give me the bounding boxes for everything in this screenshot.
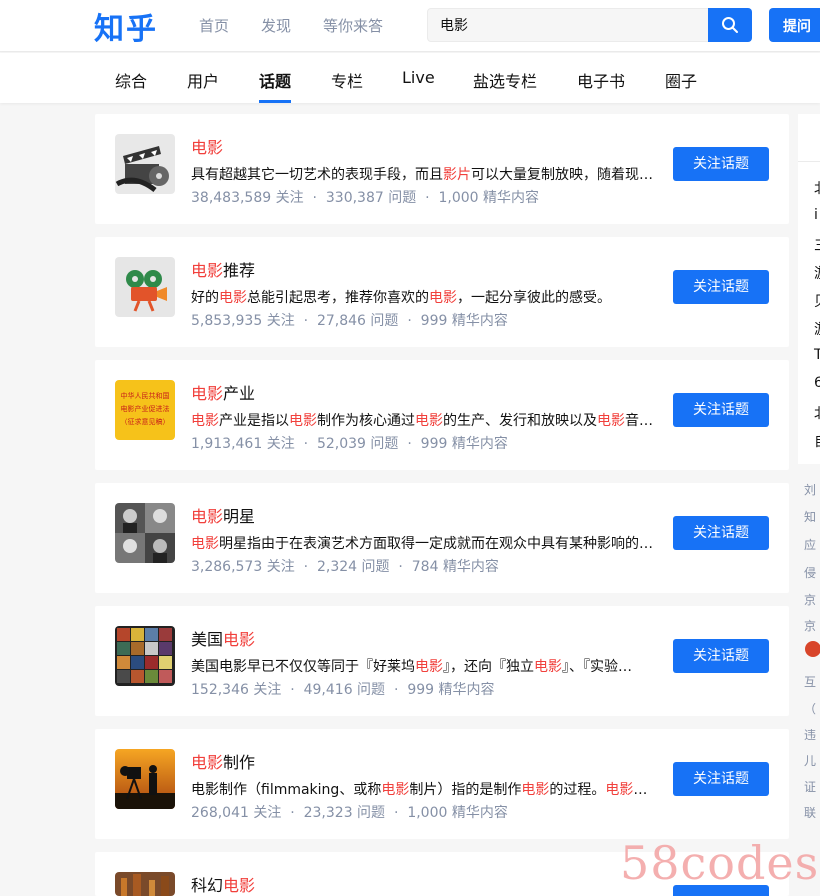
topic-thumbnail[interactable]: 中华人民共和国 电影产业促进法 （征求意见稿） bbox=[115, 380, 175, 440]
ask-question-button[interactable]: 提问 bbox=[769, 8, 820, 42]
follow-topic-button[interactable]: 关注话题 bbox=[673, 639, 769, 673]
watermark: 58codes bbox=[620, 836, 820, 890]
topic-card[interactable]: 中华人民共和国 电影产业促进法 （征求意见稿） 电影产业 电影产业是指以电影制作… bbox=[95, 360, 789, 470]
search-icon bbox=[722, 17, 738, 33]
topic-title[interactable]: 电影明星 bbox=[191, 503, 255, 527]
topic-card[interactable]: 电影推荐 好的电影总能引起思考，推荐你喜欢的电影，一起分享彼此的感受。 5,85… bbox=[95, 237, 789, 347]
topic-title[interactable]: 电影推荐 bbox=[191, 257, 255, 281]
main-nav: 首页 发现 等你来答 bbox=[199, 15, 415, 36]
topic-card[interactable]: 电影明星 电影明星指由于在表演艺术方面取得一定成就而在观众中具有某种影响的… 3… bbox=[95, 483, 789, 593]
topic-title[interactable]: 美国电影 bbox=[191, 626, 255, 650]
follow-topic-button[interactable]: 关注话题 bbox=[673, 393, 769, 427]
topic-thumbnail[interactable] bbox=[115, 503, 175, 563]
topic-thumbnail[interactable] bbox=[115, 134, 175, 194]
active-tab-indicator bbox=[259, 100, 291, 103]
topic-title[interactable]: 电影产业 bbox=[191, 380, 255, 404]
follow-topic-button[interactable]: 关注话题 bbox=[673, 762, 769, 796]
topic-card[interactable]: 美国电影 美国电影早已不仅仅等同于『好莱坞电影』，还向『独立电影』、『实验… 1… bbox=[95, 606, 789, 716]
police-badge-icon[interactable] bbox=[805, 641, 820, 657]
topic-title[interactable]: 科幻电影 bbox=[191, 872, 255, 896]
topic-description: 美国电影早已不仅仅等同于『好莱坞电影』，还向『独立电影』、『实验… bbox=[191, 659, 632, 675]
topic-title[interactable]: 电影 bbox=[191, 134, 223, 158]
follow-topic-button[interactable]: 关注话题 bbox=[673, 516, 769, 550]
topic-stats: 268,041 关注 · 23,323 问题 · 1,000 精华内容 bbox=[191, 805, 508, 821]
topic-description: 具有超越其它一切艺术的表现手段，而且影片可以大量复制放映，随着现… bbox=[191, 167, 653, 183]
search-input[interactable]: 电影 bbox=[427, 8, 709, 42]
topic-stats: 1,913,461 关注 · 52,039 问题 · 999 精华内容 bbox=[191, 436, 508, 452]
tab-salt-columns[interactable]: 盐选专栏 bbox=[473, 68, 537, 92]
topic-description: 电影产业是指以电影制作为核心通过电影的生产、发行和放映以及电影音… bbox=[191, 413, 653, 429]
zhihu-logo[interactable]: 知乎 bbox=[94, 4, 158, 48]
follow-topic-button[interactable]: 关注话题 bbox=[673, 147, 769, 181]
search-button[interactable] bbox=[708, 8, 752, 42]
tab-users[interactable]: 用户 bbox=[187, 68, 219, 92]
top-header: 知乎 首页 发现 等你来答 电影 提问 bbox=[0, 0, 820, 52]
topic-title[interactable]: 电影制作 bbox=[191, 749, 255, 773]
topic-description: 电影明星指由于在表演艺术方面取得一定成就而在观众中具有某种影响的… bbox=[191, 536, 653, 552]
topic-thumbnail[interactable] bbox=[115, 872, 175, 896]
nav-home[interactable]: 首页 bbox=[199, 15, 229, 36]
follow-topic-button[interactable]: 关注话题 bbox=[673, 270, 769, 304]
topic-description: 好的电影总能引起思考，推荐你喜欢的电影，一起分享彼此的感受。 bbox=[191, 290, 611, 306]
nav-discover[interactable]: 发现 bbox=[261, 15, 291, 36]
topic-thumbnail[interactable] bbox=[115, 749, 175, 809]
topic-card[interactable]: 电影制作 电影制作（filmmaking、或称电影制片）指的是制作电影的过程。电… bbox=[95, 729, 789, 839]
topic-thumbnail[interactable] bbox=[115, 626, 175, 686]
topic-stats: 3,286,573 关注 · 2,324 问题 · 784 精华内容 bbox=[191, 559, 499, 575]
topic-stats: 5,853,935 关注 · 27,846 问题 · 999 精华内容 bbox=[191, 313, 508, 329]
divider bbox=[798, 161, 820, 162]
search-type-tabs: 综合 用户 话题 专栏 Live 盐选专栏 电子书 圈子 bbox=[0, 53, 820, 103]
topic-description: 电影制作（filmmaking、或称电影制片）指的是制作电影的过程。电影… bbox=[191, 782, 648, 798]
tab-columns[interactable]: 专栏 bbox=[331, 68, 363, 92]
topic-stats: 152,346 关注 · 49,416 问题 · 999 精华内容 bbox=[191, 682, 495, 698]
topic-card[interactable]: 电影 具有超越其它一切艺术的表现手段，而且影片可以大量复制放映，随着现… 38,… bbox=[95, 114, 789, 224]
tab-circles[interactable]: 圈子 bbox=[665, 68, 697, 92]
topic-thumbnail[interactable] bbox=[115, 257, 175, 317]
nav-waiting-answers[interactable]: 等你来答 bbox=[323, 15, 383, 36]
tab-topics[interactable]: 话题 bbox=[259, 68, 291, 92]
tab-all[interactable]: 综合 bbox=[115, 68, 147, 92]
tab-ebooks[interactable]: 电子书 bbox=[577, 68, 625, 92]
tab-live[interactable]: Live bbox=[402, 68, 435, 87]
topic-stats: 38,483,589 关注 · 330,387 问题 · 1,000 精华内容 bbox=[191, 190, 540, 206]
